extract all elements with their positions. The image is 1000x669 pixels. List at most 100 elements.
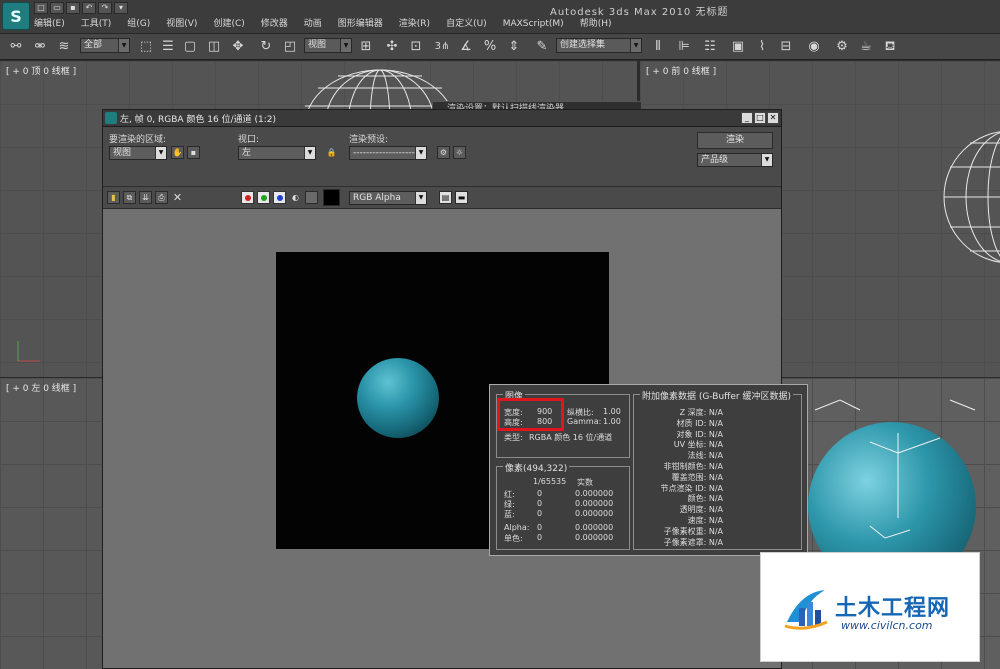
copy-image-icon[interactable]: ⧉: [123, 191, 136, 204]
align-icon[interactable]: ⊫: [674, 37, 694, 57]
menu-item[interactable]: MAXScript(M): [503, 17, 564, 32]
area-to-render-dropdown[interactable]: 视图 ▼: [109, 146, 167, 160]
dropdown-icon[interactable]: ▾: [114, 2, 128, 14]
blue-channel-toggle[interactable]: [273, 191, 286, 204]
red-channel-toggle[interactable]: [241, 191, 254, 204]
environment-icon[interactable]: ☼: [453, 146, 466, 159]
gbuffer-group: 附加像素数据 (G-Buffer 缓冲区数据) Z 深度: N/A 材质 ID: …: [633, 389, 802, 550]
maximize-icon[interactable]: □: [754, 112, 766, 124]
reference-coord-dropdown[interactable]: 视图 ▼: [304, 38, 352, 53]
watermark-url: www.civilcn.com: [841, 619, 933, 632]
menu-item[interactable]: 图形编辑器: [338, 17, 383, 32]
print-image-icon[interactable]: ⎙: [155, 191, 168, 204]
chevron-down-icon: ▼: [340, 39, 351, 52]
select-manipulate-icon[interactable]: ✣: [382, 37, 402, 57]
menu-item[interactable]: 帮助(H): [580, 17, 612, 32]
angle-snap-icon[interactable]: ∡: [456, 37, 476, 57]
select-link-icon[interactable]: ⚯: [6, 37, 26, 57]
rendered-frame-window-icon[interactable]: ☕: [856, 37, 876, 57]
reference-coord-value: 视图: [308, 40, 327, 50]
redo-icon[interactable]: ↷: [98, 2, 112, 14]
render-button[interactable]: 渲染: [697, 132, 773, 149]
app-small-icon: [105, 112, 117, 124]
named-selection-dropdown[interactable]: 创建选择集 ▼: [556, 38, 642, 53]
menu-item[interactable]: 修改器: [261, 17, 288, 32]
toggle-ui-icon[interactable]: ▬: [455, 191, 468, 204]
select-object-icon[interactable]: ⬚: [136, 37, 156, 57]
channel-display-dropdown[interactable]: RGB Alpha ▼: [349, 191, 427, 205]
render-quality-value: 产品级: [701, 155, 729, 165]
menu-item[interactable]: 组(G): [127, 17, 150, 32]
clear-image-icon[interactable]: ✕: [171, 191, 184, 204]
chevron-down-icon: ▼: [155, 147, 166, 159]
render-preset-label: 渲染预设:: [349, 135, 389, 145]
snap-toggle-icon[interactable]: 3⋔: [432, 37, 452, 57]
viewport-dropdown[interactable]: 左 ▼: [238, 146, 316, 160]
menu-item[interactable]: 动画: [304, 17, 322, 32]
open-file-icon[interactable]: ▭: [50, 2, 64, 14]
green-channel-toggle[interactable]: [257, 191, 270, 204]
edit-named-selection-icon[interactable]: ✎: [532, 37, 552, 57]
render-production-icon[interactable]: ⛾: [880, 37, 900, 57]
close-icon[interactable]: ✕: [767, 112, 779, 124]
viewport-front-label[interactable]: [ + 0 前 0 线框 ]: [646, 64, 716, 77]
material-editor-icon[interactable]: ◉: [804, 37, 824, 57]
swatch-color[interactable]: [323, 189, 340, 206]
render-setup-icon[interactable]: ⚙: [832, 37, 852, 57]
pixel-real-header: 实数: [577, 478, 593, 487]
gbuffer-row: 子像素遮罩: N/A: [663, 537, 723, 547]
schematic-view-icon[interactable]: ⊟: [776, 37, 796, 57]
auto-region-icon[interactable]: ▪: [187, 146, 200, 159]
chevron-down-icon: ▼: [304, 147, 315, 159]
pixel-row-v1: 0: [537, 499, 543, 508]
menu-item[interactable]: 编辑(E): [34, 17, 65, 32]
rendered-sphere: [357, 358, 439, 438]
render-quality-dropdown[interactable]: 产品级 ▼: [697, 153, 773, 167]
pixel-row-v1: 0: [537, 509, 543, 518]
render-preset-dropdown[interactable]: ------------------- ▼: [349, 146, 427, 160]
render-setup-small-icon[interactable]: ⚙: [437, 146, 450, 159]
selection-filter-dropdown[interactable]: 全部 ▼: [80, 38, 130, 53]
new-file-icon[interactable]: □: [34, 2, 48, 14]
scale-icon[interactable]: ◰: [280, 37, 300, 57]
channel-display-value: RGB Alpha: [353, 193, 401, 203]
lock-icon[interactable]: 🔒: [325, 146, 338, 159]
pixel-row-v1: 0: [537, 533, 543, 542]
clone-window-icon[interactable]: ⇊: [139, 191, 152, 204]
graphite-tools-icon[interactable]: ▣: [728, 37, 748, 57]
mirror-icon[interactable]: ⫴: [648, 37, 668, 57]
rect-selection-icon[interactable]: ▢: [180, 37, 200, 57]
menu-item[interactable]: 工具(T): [81, 17, 112, 32]
monochrome-icon[interactable]: [305, 191, 318, 204]
unlink-icon[interactable]: ⚮: [30, 37, 50, 57]
select-by-name-icon[interactable]: ☰: [158, 37, 178, 57]
pivot-center-icon[interactable]: ⊞: [356, 37, 376, 57]
viewport-left-label[interactable]: [ + 0 左 0 线框 ]: [6, 381, 76, 394]
rotate-icon[interactable]: ↻: [256, 37, 276, 57]
percent-snap-icon[interactable]: %: [480, 37, 500, 57]
menu-item[interactable]: 创建(C): [213, 17, 244, 32]
edit-region-icon[interactable]: ✋: [171, 146, 184, 159]
spinner-snap-icon[interactable]: ⇕: [504, 37, 524, 57]
curve-editor-icon[interactable]: ⌇: [752, 37, 772, 57]
bind-space-warp-icon[interactable]: ≋: [54, 37, 74, 57]
alpha-channel-icon[interactable]: ◐: [289, 191, 302, 204]
minimize-icon[interactable]: _: [741, 112, 753, 124]
layer-manager-icon[interactable]: ☷: [700, 37, 720, 57]
keyboard-shortcut-icon[interactable]: ⊡: [406, 37, 426, 57]
pixel-row-v2: 0.000000: [575, 489, 614, 498]
undo-icon[interactable]: ↶: [82, 2, 96, 14]
menu-item[interactable]: 视图(V): [166, 17, 197, 32]
menu-item[interactable]: 渲染(R): [399, 17, 430, 32]
save-file-icon[interactable]: ▪: [66, 2, 80, 14]
app-logo-icon[interactable]: S: [2, 2, 30, 30]
menu-item[interactable]: 自定义(U): [446, 17, 487, 32]
chevron-down-icon: ▼: [118, 39, 129, 52]
render-window-titlebar[interactable]: 左, 帧 0, RGBA 颜色 16 位/通道 (1:2) _ □ ✕: [103, 110, 781, 127]
move-icon[interactable]: ✥: [228, 37, 248, 57]
viewport-top-label[interactable]: [ + 0 顶 0 线框 ]: [6, 64, 76, 77]
toggle-ui-overlay-icon[interactable]: ▤: [439, 191, 452, 204]
save-image-icon[interactable]: ▮: [107, 191, 120, 204]
gbuffer-row: 覆盖范围: N/A: [671, 472, 723, 482]
window-crossing-icon[interactable]: ◫: [204, 37, 224, 57]
